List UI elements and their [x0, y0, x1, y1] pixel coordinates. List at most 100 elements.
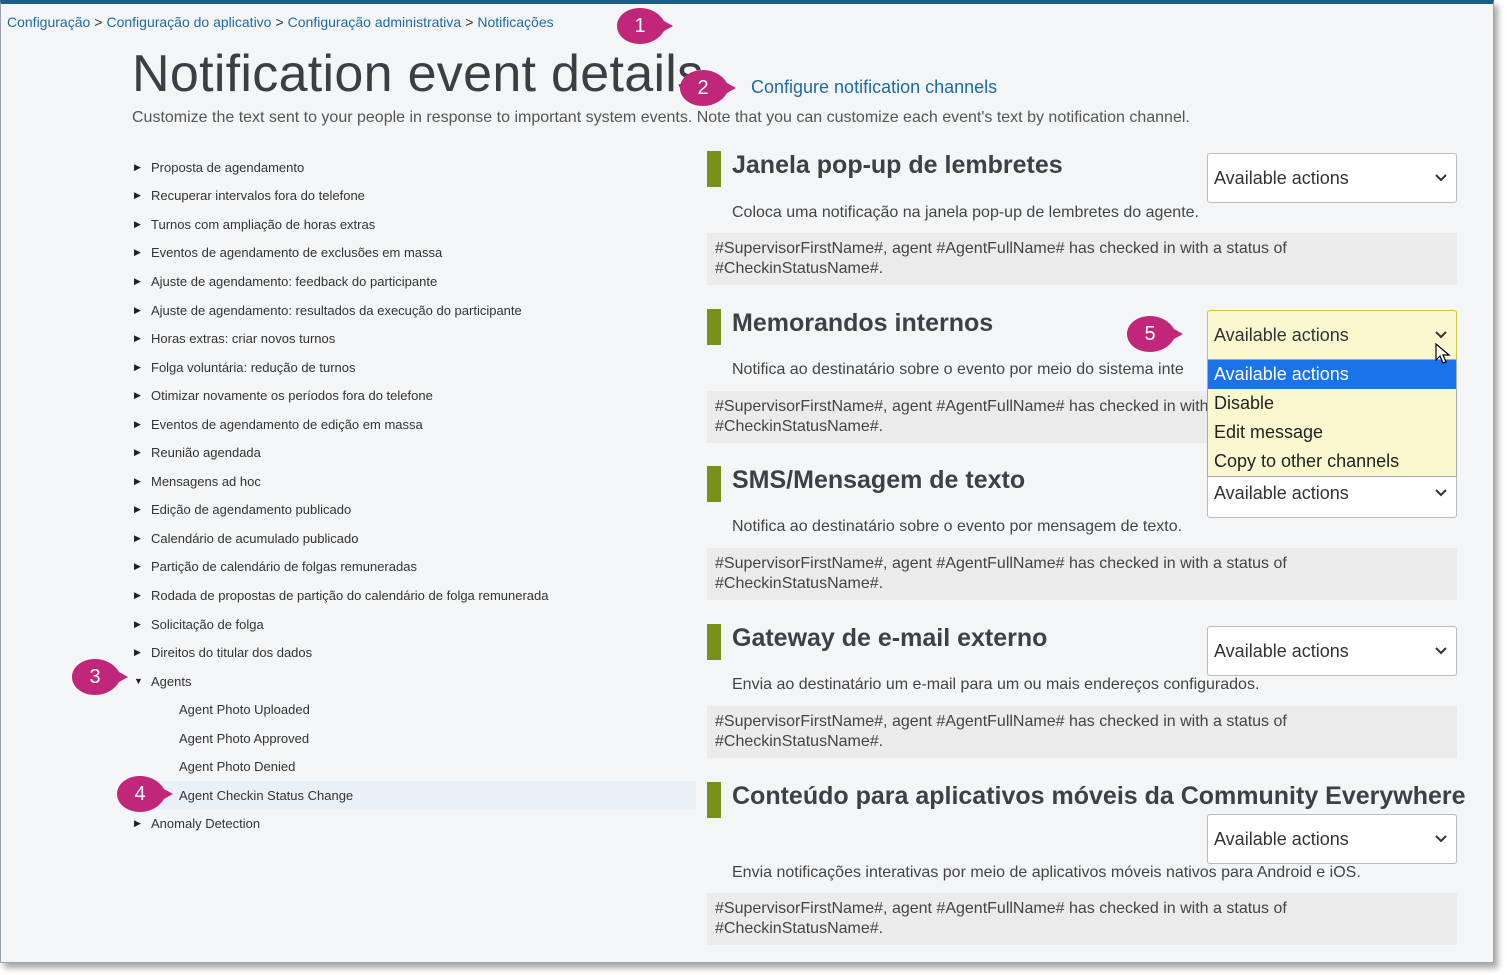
tree-item-label: Ajuste de agendamento: feedback do parti… [151, 273, 438, 289]
tree-item-label: Recuperar intervalos fora do telefone [151, 188, 365, 204]
tree-item[interactable]: ▶ Folga voluntária: redução de turnos [131, 353, 696, 382]
caret-right-icon[interactable]: ▶ [131, 333, 151, 344]
message-line: #SupervisorFirstName#, agent #AgentFullN… [715, 900, 1287, 917]
caret-right-icon[interactable]: ▶ [131, 219, 151, 230]
caret-right-icon[interactable]: ▶ [131, 476, 151, 487]
event-tree: ▶ Proposta de agendamento ▶ Recuperar inte… [131, 153, 696, 838]
select-value: Available actions [1214, 828, 1349, 849]
tree-item[interactable]: ▶ Ajuste de agendamento: resultados da ex… [131, 296, 696, 325]
tree-child-item[interactable]: Agent Photo Denied [131, 752, 696, 781]
tree-item[interactable]: ▶ Mensagens ad hoc [131, 467, 696, 496]
tree-item[interactable]: ▶ Otimizar novamente os períodos fora do … [131, 381, 696, 410]
callout-number: 1 [634, 15, 646, 37]
message-preview: #SupervisorFirstName#, agent #AgentFullN… [707, 893, 1457, 945]
caret-right-icon[interactable]: ▶ [131, 419, 151, 430]
callout-badge-3: 3 [71, 658, 129, 696]
tree-item-label: Ajuste de agendamento: resultados da exe… [151, 302, 522, 318]
dropdown-option-available-actions[interactable]: Available actions [1208, 360, 1456, 389]
accent-bar [707, 782, 721, 818]
tree-item[interactable]: ▶ Proposta de agendamento [131, 153, 696, 182]
tree-item-label: Proposta de agendamento [151, 159, 305, 175]
caret-right-icon[interactable]: ▶ [131, 362, 151, 373]
tree-item[interactable]: ▶ Anomaly Detection [131, 810, 696, 839]
tree-child-item-selected[interactable]: Agent Checkin Status Change [131, 781, 696, 810]
breadcrumb-configuracao-aplicativo[interactable]: Configuração do aplicativo [106, 14, 271, 30]
tree-item[interactable]: ▶ Calendário de acumulado publicado [131, 524, 696, 553]
caret-right-icon[interactable]: ▶ [131, 247, 151, 258]
caret-right-icon[interactable]: ▶ [131, 390, 151, 401]
caret-right-icon[interactable]: ▶ [131, 619, 151, 630]
channel-description: Notifica ao destinatário sobre o evento … [732, 361, 1184, 378]
message-preview: #SupervisorFirstName#, agent #AgentFullN… [707, 706, 1457, 758]
select-value: Available actions [1214, 167, 1349, 188]
select-value: Available actions [1214, 482, 1349, 503]
mouse-cursor-icon [1435, 343, 1451, 364]
tree-item[interactable]: ▶ Recuperar intervalos fora do telefone [131, 182, 696, 211]
tree-item-label: Reunião agendada [151, 445, 261, 461]
tree-item-label: Agents [151, 673, 192, 689]
tree-item-label: Eventos de agendamento de edição em mass… [151, 416, 423, 432]
actions-select-popup[interactable]: Available actions [1207, 153, 1457, 203]
dropdown-option-copy-channels[interactable]: Copy to other channels [1208, 447, 1456, 476]
breadcrumb: Configuração > Configuração do aplicativo >… [7, 14, 554, 30]
breadcrumb-separator: > [465, 14, 474, 30]
caret-right-icon[interactable]: ▶ [131, 305, 151, 316]
tree-child-item[interactable]: Agent Photo Approved [131, 724, 696, 753]
channel-title: SMS/Mensagem de texto [732, 466, 1026, 494]
breadcrumb-notificacoes[interactable]: Notificações [477, 14, 553, 30]
tree-item[interactable]: ▶ Eventos de agendamento de edição em mas… [131, 410, 696, 439]
caret-right-icon[interactable]: ▶ [131, 162, 151, 173]
caret-down-icon[interactable]: ▼ [131, 676, 151, 686]
tree-item-label: Direitos do titular dos dados [151, 645, 313, 661]
caret-right-icon[interactable]: ▶ [131, 190, 151, 201]
channel-title: Memorandos internos [732, 309, 994, 337]
tree-item-label: Otimizar novamente os períodos fora do t… [151, 388, 433, 404]
caret-right-icon[interactable]: ▶ [131, 276, 151, 287]
tree-item-agents[interactable]: ▼ Agents [131, 667, 696, 696]
tree-item[interactable]: ▶ Turnos com ampliação de horas extras [131, 210, 696, 239]
caret-right-icon[interactable]: ▶ [131, 818, 151, 829]
configure-channels-link[interactable]: Configure notification channels [751, 77, 997, 98]
caret-right-icon[interactable]: ▶ [131, 590, 151, 601]
tree-item[interactable]: ▶ Ajuste de agendamento: feedback do part… [131, 267, 696, 296]
dropdown-option-edit-message[interactable]: Edit message [1208, 418, 1456, 447]
channel-description: Envia notificações interativas por meio … [732, 864, 1361, 881]
message-preview: #SupervisorFirstName#, agent #AgentFullN… [707, 548, 1457, 600]
caret-right-icon[interactable]: ▶ [131, 561, 151, 572]
tree-item-label: Anomaly Detection [151, 816, 261, 832]
actions-select-memos[interactable]: Available actions [1207, 310, 1457, 360]
actions-select-mobile[interactable]: Available actions [1207, 814, 1457, 864]
tree-item[interactable]: ▶ Eventos de agendamento de exclusões em … [131, 239, 696, 268]
callout-number: 4 [134, 783, 146, 805]
accent-bar [707, 309, 721, 345]
select-value: Available actions [1214, 324, 1349, 345]
actions-select-email[interactable]: Available actions [1207, 626, 1457, 676]
channel-title: Conteúdo para aplicativos móveis da Comm… [732, 782, 1466, 810]
tree-item[interactable]: ▶ Direitos do titular dos dados [131, 638, 696, 667]
callout-badge-4: 4 [116, 775, 174, 813]
tree-item-label: Turnos com ampliação de horas extras [151, 216, 376, 232]
breadcrumb-configuracao-administrativa[interactable]: Configuração administrativa [288, 14, 462, 30]
dropdown-option-disable[interactable]: Disable [1208, 389, 1456, 418]
caret-right-icon[interactable]: ▶ [131, 447, 151, 458]
callout-number: 2 [697, 77, 709, 99]
message-preview: #SupervisorFirstName#, agent #AgentFullN… [707, 233, 1457, 285]
tree-item-label: Edição de agendamento publicado [151, 502, 352, 518]
tree-item[interactable]: ▶ Partição de calendário de folgas remune… [131, 553, 696, 582]
tree-item-label: Horas extras: criar novos turnos [151, 331, 336, 347]
tree-item[interactable]: ▶ Rodada de propostas de partição do cale… [131, 581, 696, 610]
caret-right-icon[interactable]: ▶ [131, 533, 151, 544]
tree-item[interactable]: ▶ Edição de agendamento publicado [131, 496, 696, 525]
tree-item[interactable]: ▶ Reunião agendada [131, 438, 696, 467]
tree-item[interactable]: ▶ Solicitação de folga [131, 610, 696, 639]
chevron-down-icon [1435, 174, 1447, 182]
tree-item-label: Calendário de acumulado publicado [151, 530, 359, 546]
chevron-down-icon [1435, 647, 1447, 655]
breadcrumb-configuracao[interactable]: Configuração [7, 14, 90, 30]
tree-item-label: Folga voluntária: redução de turnos [151, 359, 356, 375]
tree-child-item[interactable]: Agent Photo Uploaded [131, 695, 696, 724]
caret-right-icon[interactable]: ▶ [131, 504, 151, 515]
caret-right-icon[interactable]: ▶ [131, 647, 151, 658]
accent-bar [707, 624, 721, 660]
tree-item[interactable]: ▶ Horas extras: criar novos turnos [131, 324, 696, 353]
